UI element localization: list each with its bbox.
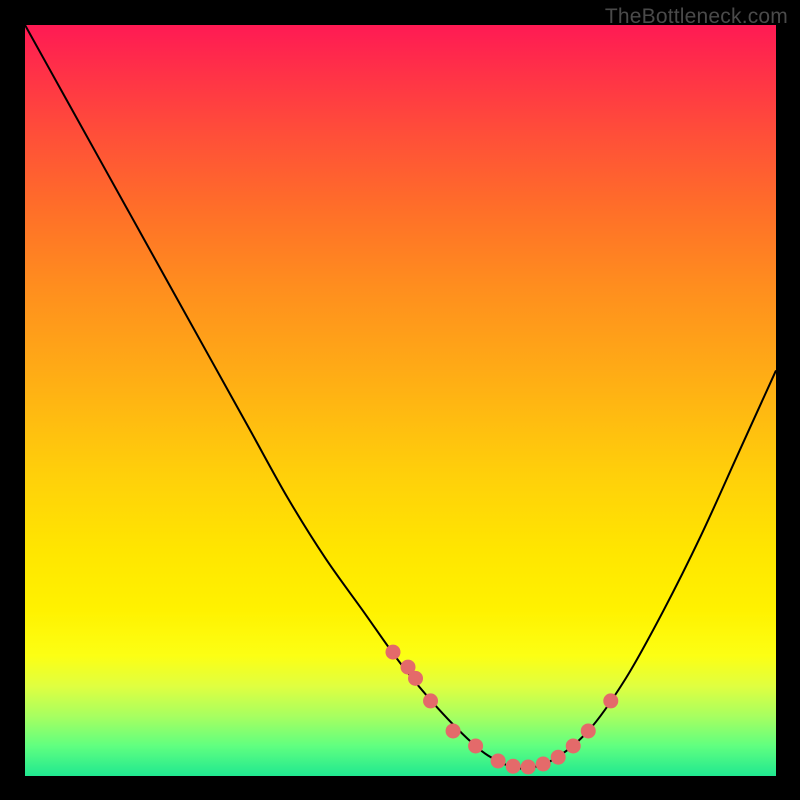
marker-dot xyxy=(506,759,521,774)
marker-dot xyxy=(536,756,551,771)
marker-dot xyxy=(385,645,400,660)
marker-dot xyxy=(408,671,423,686)
bottleneck-curve xyxy=(25,25,776,768)
chart-overlay xyxy=(25,25,776,776)
marker-dot xyxy=(521,759,536,774)
marker-dot xyxy=(551,750,566,765)
marker-dot xyxy=(566,738,581,753)
marker-dot xyxy=(468,738,483,753)
marker-dot xyxy=(446,723,461,738)
marker-dot xyxy=(581,723,596,738)
marker-dot xyxy=(423,693,438,708)
marker-dot xyxy=(491,753,506,768)
marker-dot xyxy=(603,693,618,708)
marker-cluster xyxy=(385,645,618,775)
